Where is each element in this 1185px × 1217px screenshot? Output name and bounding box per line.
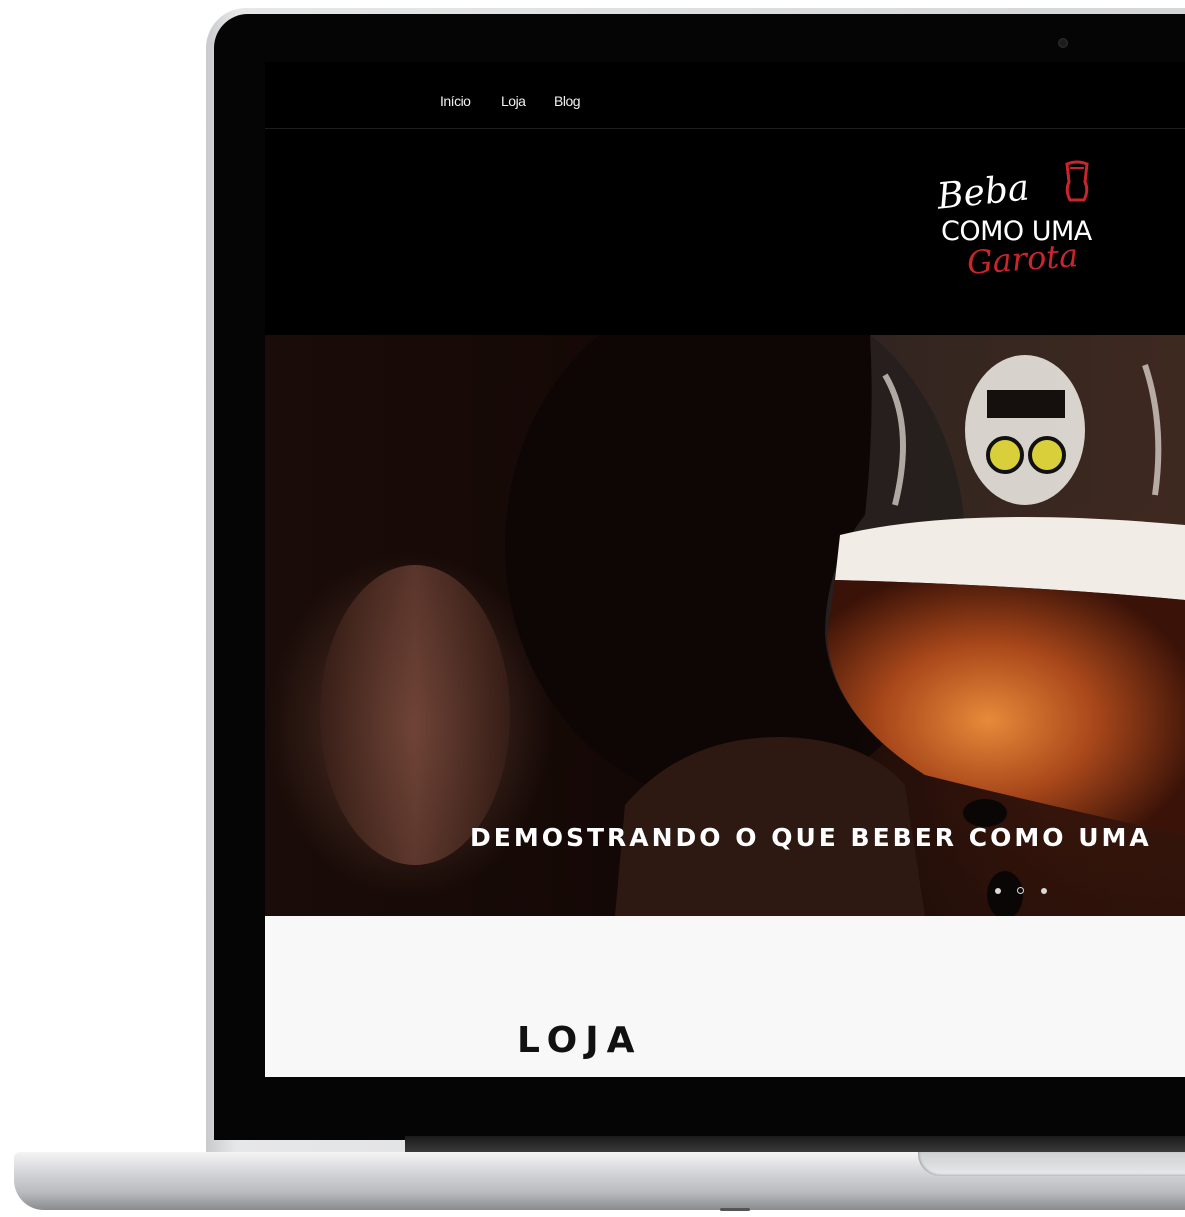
section-title: LOJA [517,1020,643,1061]
store-section: LOJA [265,916,1185,1077]
hero-caption: DEMOSTRANDO O QUE BEBER COMO UMA [470,823,1152,852]
laptop-foot [720,1208,750,1211]
website-screen: Início Loja Blog Beba COMO UMA Garota DE… [265,62,1185,1077]
nav-link-loja[interactable]: Loja [501,93,526,109]
webcam-icon [1058,38,1068,48]
laptop-hinge [405,1136,1185,1152]
site-logo[interactable]: Beba COMO UMA Garota [933,154,1133,304]
slide-indicators [995,881,1059,899]
slide-dot-2[interactable] [1017,887,1025,894]
logo-line-garota: Garota [965,236,1080,282]
top-navigation: Início Loja Blog [265,62,1185,129]
slide-dot-1[interactable] [995,888,1001,894]
logo-line-beba: Beba [935,167,1032,218]
laptop-opening-groove [918,1152,1185,1176]
hero-slideshow[interactable]: DEMOSTRANDO O QUE BEBER COMO UMA [265,335,1185,916]
nav-link-blog[interactable]: Blog [554,93,581,109]
slide-dot-3[interactable] [1040,888,1047,894]
beer-glass-icon [1065,160,1089,202]
nav-link-inicio[interactable]: Início [440,93,471,109]
